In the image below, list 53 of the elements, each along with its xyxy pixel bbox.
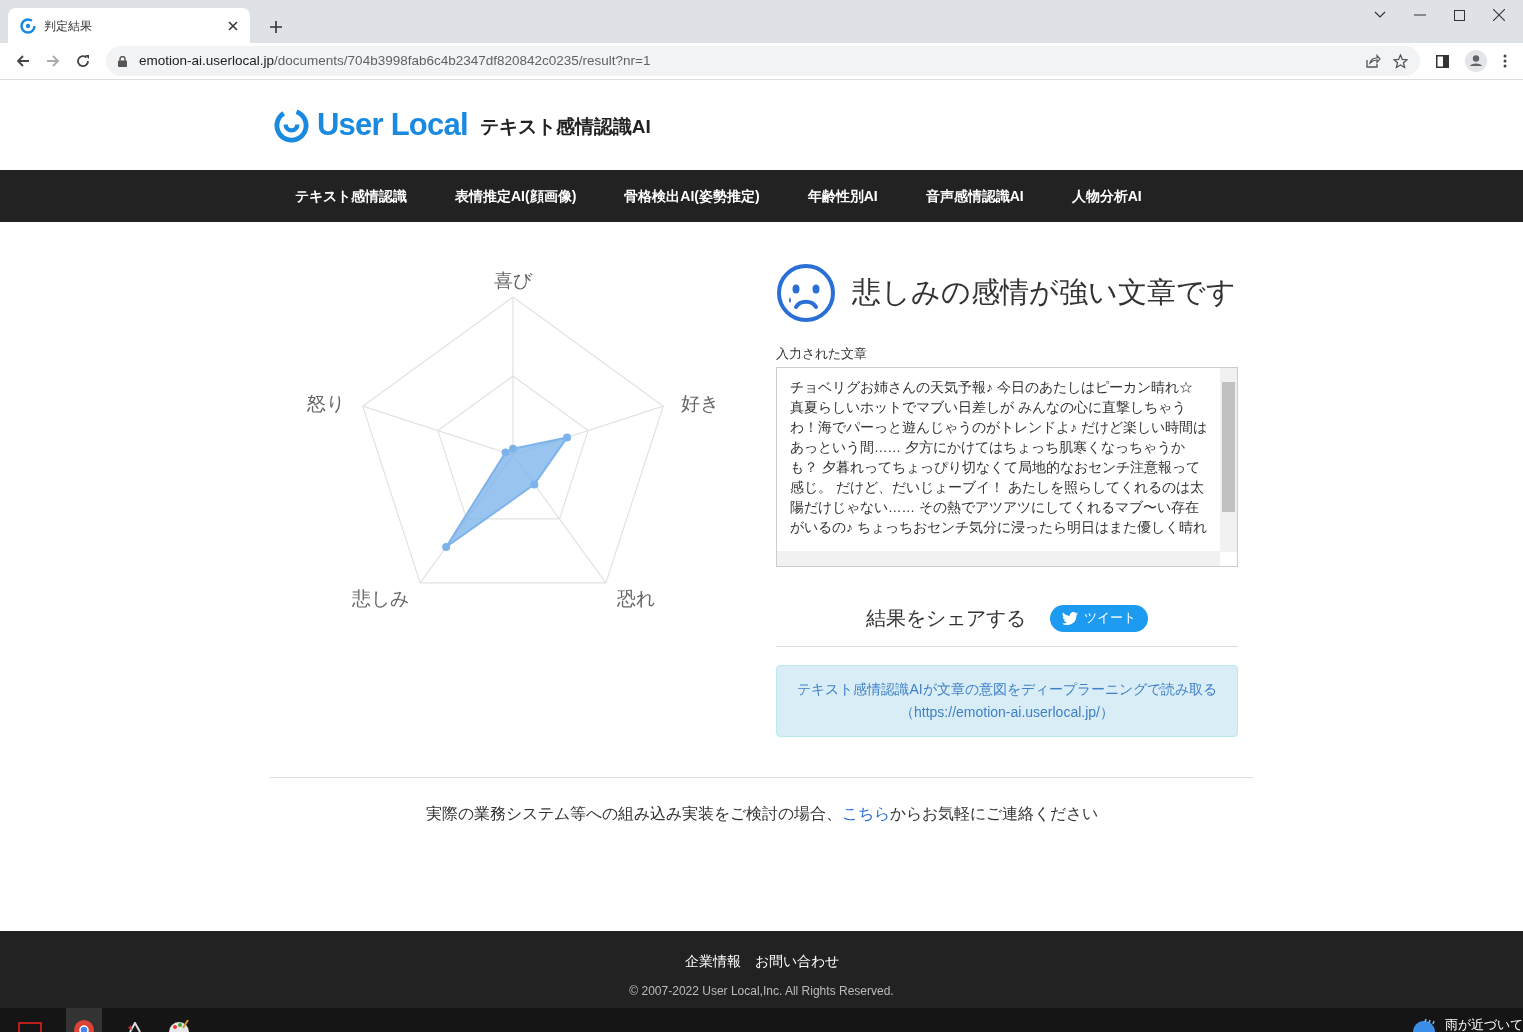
nav-link[interactable]: 骨格検出AI(姿勢推定): [624, 185, 760, 207]
copyright-text: © 2007-2022 User Local,Inc. All Rights Reserved.: [629, 983, 894, 1000]
share-icon[interactable]: [1366, 54, 1381, 68]
axis-label: 恐れ: [617, 588, 655, 609]
weather-icon[interactable]: [1411, 1018, 1437, 1032]
close-icon[interactable]: [1493, 9, 1505, 21]
bird-icon: [1062, 611, 1078, 625]
axis-label: 怒り: [307, 393, 345, 414]
reload-icon[interactable]: [76, 54, 90, 68]
palette-icon[interactable]: [168, 1020, 190, 1032]
input-text: チョベリグお姉さんの天気予報♪ 今日のあたしはピーカン晴れ☆ 真夏らしいホットでマブい日差しが みんなの心に直撃しちゃうわ！海でパーっと遊んじゃうのがトレンドよ♪ だけど楽しい時間はあっという間…… 夕方にかけてはちょっち肌寒くなっちゃうかも？ 夕暮れってちょっぴり切なくて局地的なおセンチ注意報って感じ。 だけど、だいじょーブイ！ あたしを照らしてくれるのは太陽だけじゃない…… その熱でアツアツにしてくれるマブ〜い存在がいるの♪ ちょっちおセンチ気分に浸ったら明日はまた優しく晴れ: [790, 378, 1207, 537]
tab-title: 判定結果: [44, 17, 93, 35]
info-link[interactable]: テキスト感情認識AIが文章の意図をディープラーニングで読み取る: [797, 678, 1217, 700]
menu-dots-icon[interactable]: [1503, 54, 1507, 68]
vertical-scrollbar[interactable]: [1220, 367, 1237, 552]
contact-text: 実際の業務システム等への組み込み実装をご検討の場合、こちらからお気軽にご連絡ください: [425, 803, 1098, 824]
footer-link[interactable]: 企業情報: [684, 951, 741, 972]
nav-link[interactable]: 人物分析AI: [1071, 185, 1142, 207]
horizontal-scrollbar[interactable]: [777, 550, 1220, 566]
share-label: 結果をシェアする: [866, 606, 1026, 631]
logo-icon: [20, 17, 36, 34]
nav-link[interactable]: 音声感情認識AI: [925, 185, 1024, 207]
side-panel-icon[interactable]: [1436, 54, 1449, 68]
axis-label: 好き: [681, 393, 719, 414]
axis-label: 悲しみ: [351, 588, 409, 609]
app-icon[interactable]: [126, 1022, 144, 1032]
back-arrow-icon[interactable]: [16, 54, 30, 68]
nav-link[interactable]: テキスト感情認識: [295, 185, 407, 207]
chevron-down-icon[interactable]: [1374, 11, 1386, 19]
browser-tab[interactable]: 判定結果: [8, 8, 250, 43]
contact-link[interactable]: こちら: [841, 804, 890, 822]
logo-text: User Local: [317, 105, 468, 144]
chrome-icon[interactable]: [74, 1020, 94, 1032]
footer-link[interactable]: お問い合わせ: [754, 951, 839, 972]
nav-link[interactable]: 年齢性別AI: [807, 185, 878, 207]
nav-link[interactable]: 表情推定AI(顔画像): [455, 185, 577, 207]
axis-label: 喜び: [494, 270, 532, 291]
text-area[interactable]: [776, 366, 1238, 567]
url-text: emotion-ai.userlocal.jp/documents/704b3998fab6c4b2347df820842c0235/result?nr=1: [139, 51, 652, 70]
star-icon[interactable]: [1393, 53, 1408, 69]
close-icon[interactable]: [228, 20, 238, 31]
logo-icon: [274, 107, 309, 143]
product-name: テキスト感情認識AI: [479, 114, 651, 139]
lock-icon: [118, 55, 127, 67]
address-bar[interactable]: emotion-ai.userlocal.jp/documents/704b3998fab6c4b2347df820842c0235/result?nr=1: [106, 46, 1420, 76]
info-url-link[interactable]: （https://emotion-ai.userlocal.jp/）: [900, 701, 1114, 723]
sad-face-icon: [776, 263, 836, 323]
result-heading: 悲しみの感情が強い文章です: [852, 275, 1236, 311]
new-tab-icon[interactable]: [270, 21, 282, 33]
profile-avatar-icon[interactable]: [1465, 50, 1487, 72]
input-label: 入力された文章: [776, 345, 868, 363]
maximize-icon[interactable]: [1454, 9, 1465, 21]
weather-text[interactable]: 雨が近づいて: [1445, 1017, 1523, 1032]
